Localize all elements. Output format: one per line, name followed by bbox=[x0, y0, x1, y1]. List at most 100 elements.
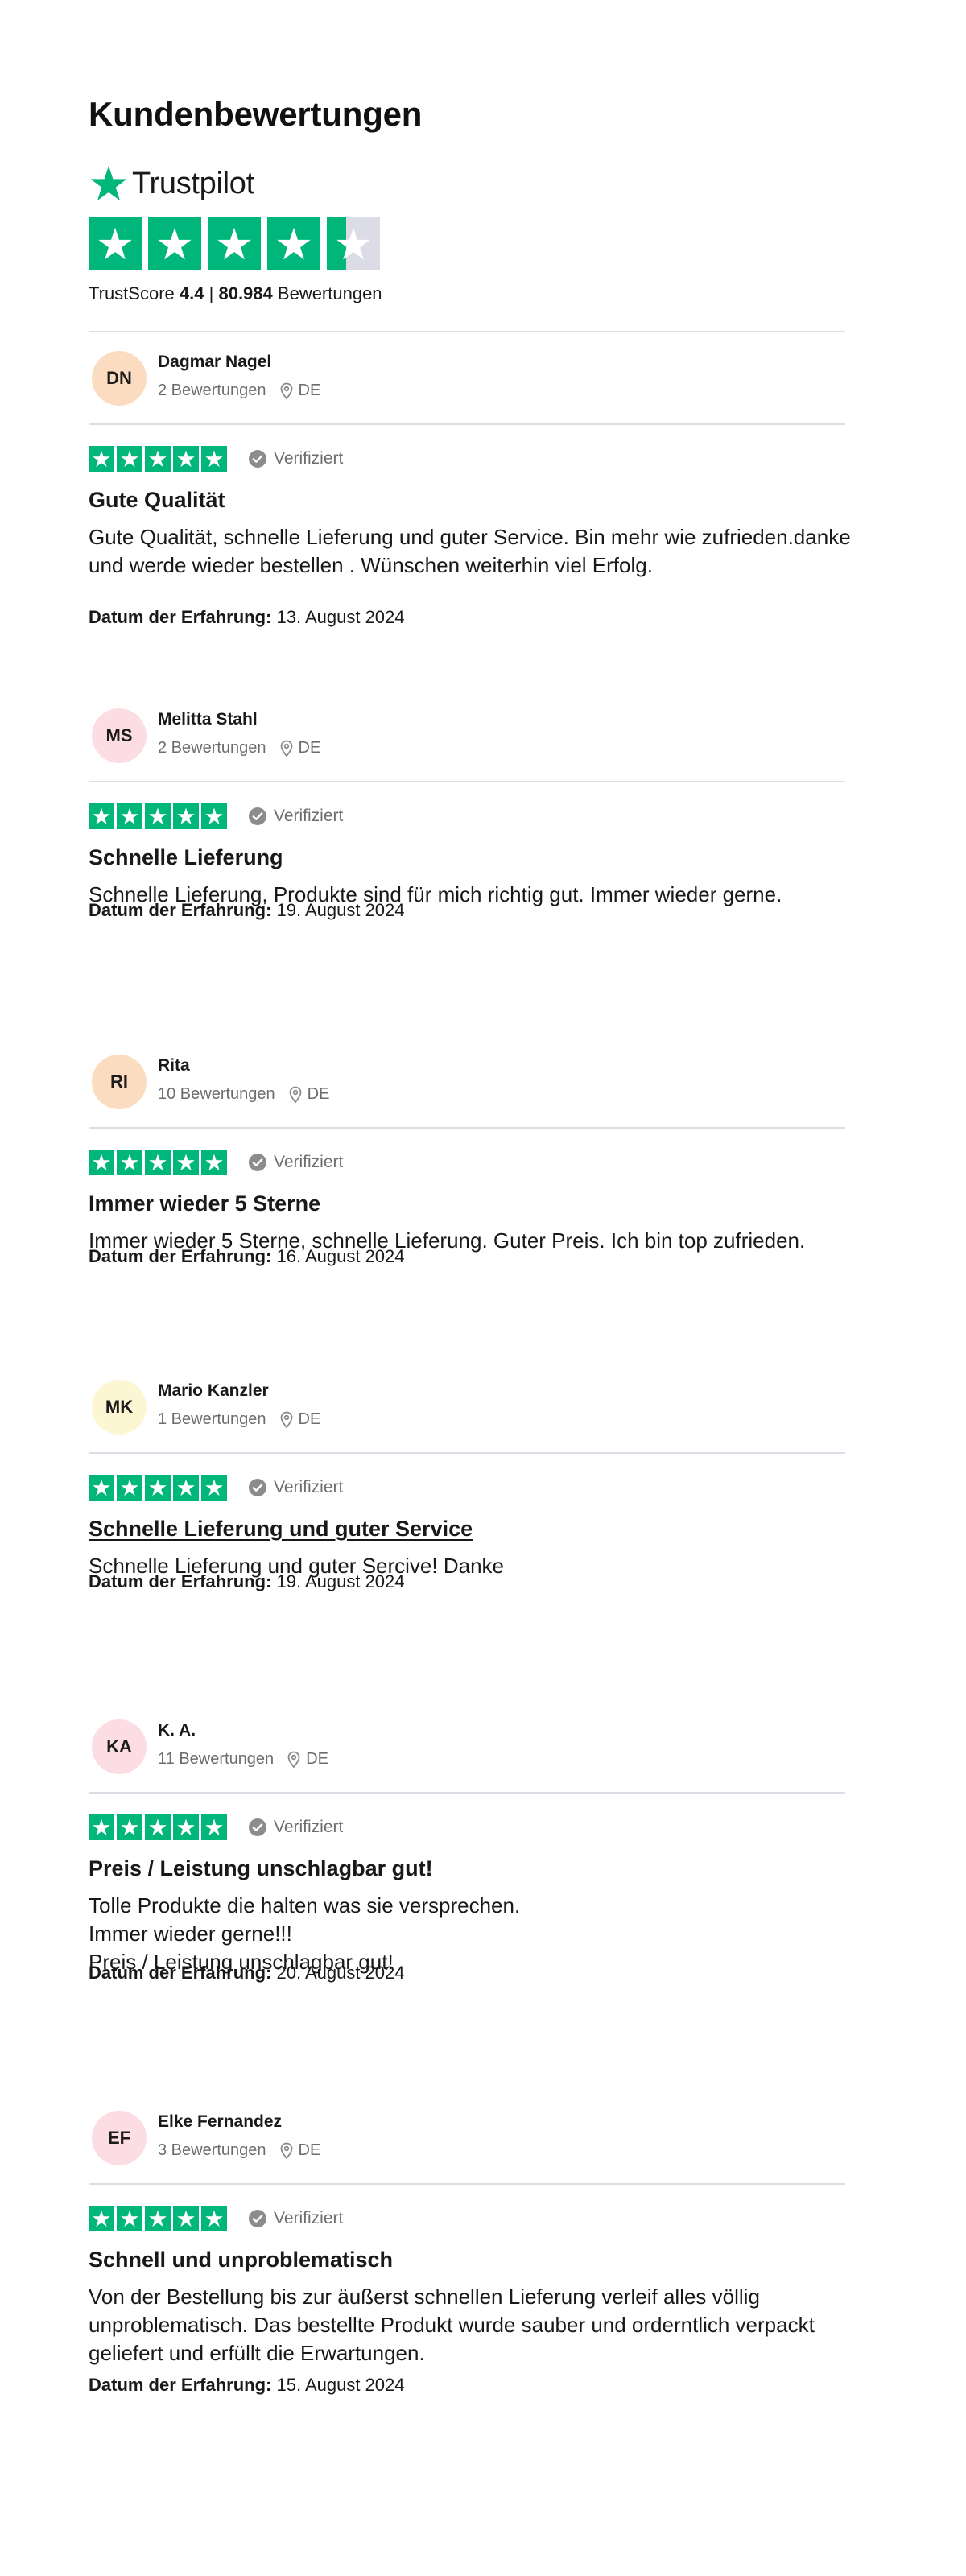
date-value: 13. August 2024 bbox=[276, 607, 405, 627]
review-star bbox=[117, 1475, 142, 1501]
avatar[interactable]: EF bbox=[92, 2111, 147, 2165]
review-title[interactable]: Schnelle Lieferung bbox=[89, 845, 283, 870]
reviewer-name[interactable]: Dagmar Nagel bbox=[158, 353, 271, 372]
trustscore-value: 4.4 bbox=[179, 283, 204, 303]
location-pin-icon bbox=[279, 740, 294, 758]
trustpilot-logo[interactable]: Trustpilot bbox=[89, 161, 254, 206]
reviewer-name[interactable]: K. A. bbox=[158, 1721, 196, 1740]
review-star bbox=[201, 2206, 227, 2231]
check-circle-icon bbox=[249, 450, 266, 468]
date-value: 19. August 2024 bbox=[276, 1571, 405, 1591]
star-icon bbox=[205, 1154, 223, 1171]
reviewer-meta: 2 Bewertungen DE bbox=[158, 382, 320, 400]
review-stars bbox=[89, 446, 227, 472]
review-title[interactable]: Immer wieder 5 Sterne bbox=[89, 1191, 320, 1216]
star-icon bbox=[93, 1479, 110, 1496]
trustscore-summary[interactable]: TrustScore 4.4 | 80.984 Bewertungen bbox=[89, 283, 382, 304]
review-text: Gute Qualität, schnelle Lieferung und gu… bbox=[89, 525, 851, 577]
star-icon bbox=[205, 1818, 223, 1836]
star-icon bbox=[93, 2210, 110, 2227]
star-icon bbox=[177, 2210, 195, 2227]
date-label: Datum der Erfahrung: bbox=[89, 900, 272, 920]
verified-badge[interactable]: Verifiziert bbox=[248, 449, 343, 469]
reviewer-name[interactable]: Elke Fernandez bbox=[158, 2112, 282, 2132]
review-title[interactable]: Schnell und unproblematisch bbox=[89, 2248, 393, 2273]
verified-badge[interactable]: Verifiziert bbox=[248, 2209, 343, 2228]
review-divider bbox=[89, 1792, 845, 1794]
date-label: Datum der Erfahrung: bbox=[89, 1246, 272, 1266]
avatar[interactable]: KA bbox=[92, 1719, 147, 1774]
review-star bbox=[145, 1814, 171, 1840]
review-star bbox=[201, 1814, 227, 1840]
avatar[interactable]: RI bbox=[92, 1055, 147, 1109]
review-star bbox=[89, 1814, 114, 1840]
review-title[interactable]: Preis / Leistung unschlagbar gut! bbox=[89, 1856, 433, 1881]
reviewer-review-count: 10 Bewertungen bbox=[158, 1085, 275, 1103]
verified-label: Verifiziert bbox=[274, 1818, 344, 1836]
star-icon bbox=[149, 807, 167, 825]
reviewer-name[interactable]: Mario Kanzler bbox=[158, 1381, 269, 1401]
verified-label: Verifiziert bbox=[274, 1153, 344, 1171]
trustscore-separator: | bbox=[208, 283, 214, 303]
date-label: Datum der Erfahrung: bbox=[89, 607, 272, 627]
check-circle-icon bbox=[249, 1479, 266, 1496]
check-circle-icon bbox=[249, 807, 266, 825]
star-icon bbox=[177, 450, 195, 468]
review-star bbox=[145, 1150, 171, 1175]
avatar[interactable]: MK bbox=[92, 1380, 147, 1435]
review-divider bbox=[89, 2183, 845, 2185]
reviewer-meta: 3 Bewertungen DE bbox=[158, 2141, 320, 2160]
reviewer-name[interactable]: Rita bbox=[158, 1056, 190, 1075]
review-star bbox=[89, 1475, 114, 1501]
avatar-initials: MK bbox=[105, 1397, 134, 1417]
verified-label: Verifiziert bbox=[274, 449, 344, 468]
star-icon bbox=[277, 227, 311, 260]
avatar[interactable]: DN bbox=[92, 351, 147, 406]
check-circle-icon bbox=[249, 2210, 266, 2227]
reviewer-country: DE bbox=[298, 739, 321, 757]
star-icon bbox=[149, 2210, 167, 2227]
review-rating: Verifiziert bbox=[89, 1475, 343, 1501]
header-divider bbox=[89, 331, 845, 332]
review-star bbox=[145, 2206, 171, 2231]
star-icon bbox=[177, 1154, 195, 1171]
review-rating: Verifiziert bbox=[89, 1150, 343, 1175]
review-star bbox=[201, 446, 227, 472]
reviewer-review-count: 1 Bewertungen bbox=[158, 1410, 266, 1428]
review-stars bbox=[89, 1150, 227, 1175]
review-star bbox=[173, 1475, 199, 1501]
date-value: 16. August 2024 bbox=[276, 1246, 405, 1266]
review-title[interactable]: Gute Qualität bbox=[89, 488, 225, 513]
reviewer-name[interactable]: Melitta Stahl bbox=[158, 710, 258, 729]
total-review-count-label: Bewertungen bbox=[277, 283, 382, 303]
review-star bbox=[89, 446, 114, 472]
review-star bbox=[117, 1814, 142, 1840]
review-star bbox=[201, 1150, 227, 1175]
check-circle-icon bbox=[249, 1154, 266, 1171]
review-date: Datum der Erfahrung: 16. August 2024 bbox=[89, 1246, 405, 1267]
avatar[interactable]: MS bbox=[92, 708, 147, 763]
review-title[interactable]: Schnelle Lieferung und guter Service bbox=[89, 1517, 473, 1542]
review-star bbox=[89, 1150, 114, 1175]
star-icon bbox=[93, 1818, 110, 1836]
review-star bbox=[117, 446, 142, 472]
verified-badge[interactable]: Verifiziert bbox=[248, 1818, 343, 1837]
avatar-initials: EF bbox=[107, 2128, 131, 2148]
review-stars bbox=[89, 803, 227, 829]
date-label: Datum der Erfahrung: bbox=[89, 1571, 272, 1591]
trustscore-star bbox=[267, 217, 320, 270]
verified-badge[interactable]: Verifiziert bbox=[248, 807, 343, 826]
avatar-initials: KA bbox=[106, 1736, 132, 1757]
check-circle-icon bbox=[249, 1818, 266, 1836]
star-icon bbox=[177, 1479, 195, 1496]
review-star bbox=[145, 803, 171, 829]
verified-badge[interactable]: Verifiziert bbox=[248, 1478, 343, 1497]
trustpilot-brand: Trustpilot bbox=[132, 166, 254, 200]
location-pin-icon bbox=[288, 1086, 303, 1104]
location-pin-icon bbox=[279, 382, 294, 400]
star-icon bbox=[121, 1154, 138, 1171]
review-divider bbox=[89, 423, 845, 425]
star-icon bbox=[98, 227, 132, 260]
review-stars bbox=[89, 2206, 227, 2231]
verified-badge[interactable]: Verifiziert bbox=[248, 1153, 343, 1172]
